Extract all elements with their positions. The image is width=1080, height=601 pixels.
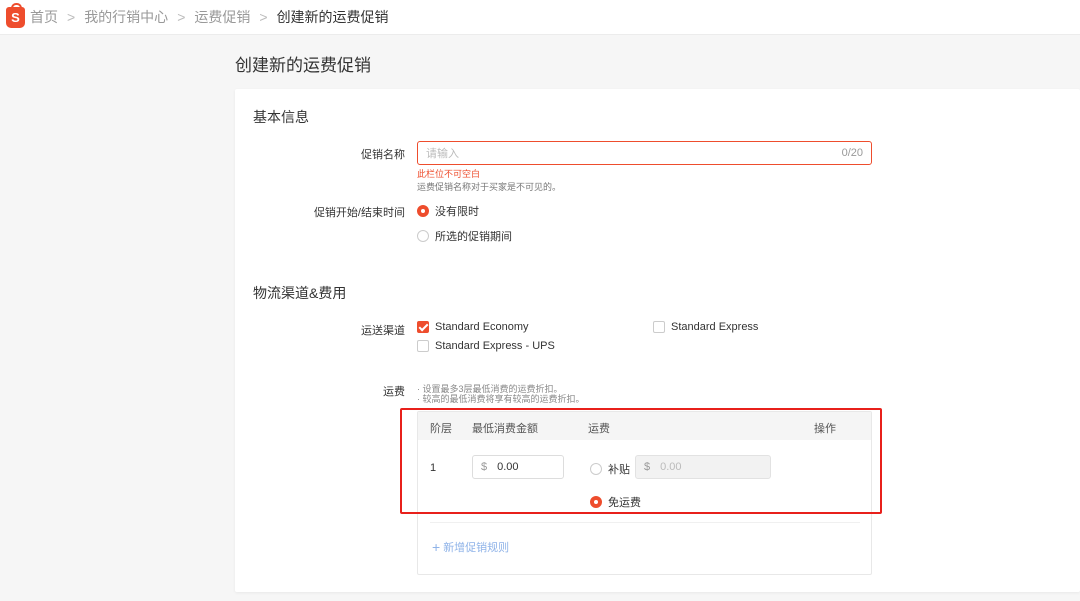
radio-subsidy[interactable]: 补贴	[590, 461, 630, 477]
table-header: 阶层 最低消费金额 运费 操作	[418, 412, 871, 440]
breadcrumb-shipping-promotion[interactable]: 运费促销	[194, 7, 250, 27]
subsidy-amount-value: 0.00	[660, 461, 682, 473]
radio-unselected-icon[interactable]	[590, 463, 602, 475]
radio-selected-icon[interactable]	[417, 205, 429, 217]
channel-label: Standard Economy	[435, 321, 529, 333]
chevron-right-icon: >	[67, 9, 76, 25]
radio-selected-icon[interactable]	[590, 496, 602, 508]
header-shipping-fee: 运费	[588, 423, 610, 435]
radio-free-shipping[interactable]: 免运费	[590, 494, 641, 510]
page-title: 创建新的运费促销	[235, 56, 371, 75]
breadcrumb-bar: S 首页 > 我的行销中心 > 运费促销 > 创建新的运费促销	[0, 0, 1080, 35]
channel-standard-express[interactable]: Standard Express	[653, 321, 758, 333]
tier-number: 1	[430, 462, 437, 474]
name-error-message: 此栏位不可空白	[417, 169, 481, 179]
radio-label: 免运费	[608, 497, 641, 509]
add-rule-button[interactable]: + 新增促销规则	[432, 539, 509, 555]
radio-unselected-icon[interactable]	[417, 230, 429, 242]
breadcrumb-current: 创建新的运费促销	[276, 9, 389, 25]
currency-symbol: $	[644, 461, 651, 473]
radio-label: 没有限时	[435, 206, 479, 218]
tier-table: 阶层 最低消费金额 运费 操作 1 $ 0.00 补贴 $ 0.00 免运费 +…	[417, 411, 872, 575]
section-title-logistics: 物流渠道&费用	[253, 285, 347, 301]
channel-label: Standard Express - UPS	[435, 340, 555, 352]
channel-label: Standard Express	[671, 321, 759, 333]
breadcrumb-marketing-centre[interactable]: 我的行销中心	[84, 7, 168, 27]
header-min-spend: 最低消费金额	[472, 423, 538, 435]
checkbox-unchecked-icon[interactable]	[653, 321, 665, 333]
form-card: 基本信息 促销名称 请输入 0/20 此栏位不可空白 运费促销名称对于买家是不可…	[235, 89, 1080, 592]
divider	[430, 522, 860, 523]
chevron-right-icon: >	[259, 9, 268, 25]
promotion-name-placeholder: 请输入	[426, 148, 459, 160]
min-spend-value: 0.00	[497, 461, 519, 473]
radio-label: 所选的促销期间	[435, 231, 512, 243]
fee-hints: · 设置最多3层最低消费的运费折扣。 · 较高的最低消费将享有较高的运费折扣。	[417, 384, 585, 404]
fee-hint-line: · 较高的最低消费将享有较高的运费折扣。	[417, 394, 585, 404]
header-action: 操作	[814, 423, 836, 435]
min-spend-input[interactable]: $ 0.00	[472, 455, 564, 479]
shopee-logo-icon[interactable]: S	[6, 2, 25, 28]
checkbox-unchecked-icon[interactable]	[417, 340, 429, 352]
add-rule-label: 新增促销规则	[443, 542, 510, 554]
promotion-period-label: 促销开始/结束时间	[313, 207, 405, 219]
channel-standard-economy[interactable]: Standard Economy	[417, 321, 529, 333]
radio-label: 补贴	[608, 464, 630, 476]
fee-hint-line: · 设置最多3层最低消费的运费折扣。	[417, 384, 563, 394]
channel-standard-express-ups[interactable]: Standard Express - UPS	[417, 340, 555, 352]
subsidy-amount-input: $ 0.00	[635, 455, 771, 479]
char-counter: 0/20	[841, 147, 863, 159]
shipping-channel-label: 运送渠道	[361, 325, 405, 337]
plus-icon: +	[432, 539, 441, 555]
breadcrumb-home[interactable]: 首页	[30, 7, 58, 27]
section-title-basic-info: 基本信息	[253, 109, 309, 125]
currency-symbol: $	[481, 461, 488, 473]
promotion-name-input[interactable]: 请输入 0/20	[417, 141, 872, 165]
name-hint-text: 运费促销名称对于买家是不可见的。	[417, 182, 562, 192]
radio-selected-period[interactable]: 所选的促销期间	[417, 228, 512, 244]
radio-no-time-limit[interactable]: 没有限时	[417, 203, 479, 219]
header-tier: 阶层	[430, 423, 452, 435]
promotion-name-label: 促销名称	[361, 149, 405, 161]
shipping-fee-label: 运费	[383, 386, 405, 398]
chevron-right-icon: >	[177, 9, 186, 25]
checkbox-checked-icon[interactable]	[417, 321, 429, 333]
